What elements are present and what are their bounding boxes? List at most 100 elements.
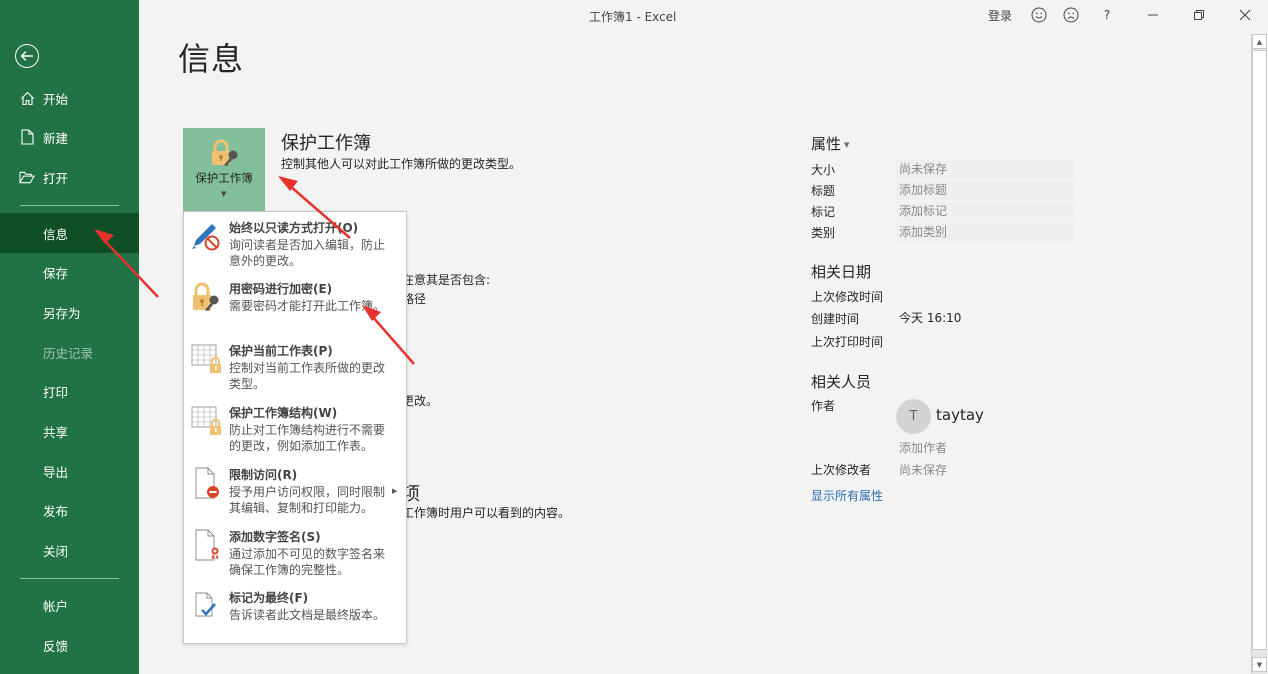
scroll-up-button[interactable]: ▲ xyxy=(1252,34,1267,49)
menu-item-restrict-access[interactable]: 限制访问(R) 授予用户访问权限，同时限制其编辑、复制和打印能力。 xyxy=(184,461,406,521)
chevron-down-icon: ▼ xyxy=(844,140,850,149)
sidebar-item-share[interactable]: 共享 xyxy=(0,411,139,451)
sidebar-item-label: 新建 xyxy=(43,130,69,146)
property-input-tags[interactable]: 添加标记 xyxy=(896,202,1074,221)
property-value-size: 尚未保存 xyxy=(896,160,1074,179)
sidebar-item-label: 关闭 xyxy=(43,543,69,559)
help-icon[interactable]: ? xyxy=(1099,5,1115,25)
workbook-lock-icon xyxy=(191,406,221,435)
sidebar-item-label: 信息 xyxy=(43,226,69,242)
menu-item-title: 标记为最终(F) xyxy=(229,591,309,605)
sidebar-item-new[interactable]: 新建 xyxy=(0,117,139,157)
sidebar-divider xyxy=(20,578,119,579)
versions-description-fragment: 更改。 xyxy=(402,394,439,408)
sidebar-item-save-as[interactable]: 另存为 xyxy=(0,292,139,332)
properties-heading: 属性 xyxy=(811,135,842,153)
sidebar-item-label: 另存为 xyxy=(43,305,81,321)
menu-item-protect-current-sheet[interactable]: 保护当前工作表(P) 控制对当前工作表所做的更改类型。 xyxy=(184,337,406,397)
sidebar-item-label: 保存 xyxy=(43,265,69,281)
signin-link[interactable]: 登录 xyxy=(988,5,1012,25)
sidebar-item-label: 反馈 xyxy=(43,638,69,654)
show-all-properties-link[interactable]: 显示所有属性 xyxy=(811,487,883,504)
browser-options-description-fragment: 工作簿时用户可以看到的内容。 xyxy=(402,506,571,520)
sidebar-item-label: 帐户 xyxy=(43,598,69,614)
sidebar-divider xyxy=(20,205,119,206)
related-dates-heading: 相关日期 xyxy=(811,263,872,281)
menu-item-description: 询问读者是否加入编辑，防止意外的更改。 xyxy=(229,238,386,268)
sidebar-item-print[interactable]: 打印 xyxy=(0,371,139,411)
sidebar-item-save[interactable]: 保存 xyxy=(0,252,139,292)
related-people-heading: 相关人员 xyxy=(811,373,872,391)
menu-item-protect-workbook-structure[interactable]: 保护工作簿结构(W) 防止对工作簿结构进行不需要的更改，例如添加工作表。 xyxy=(184,399,406,459)
lock-key-icon xyxy=(193,282,219,311)
menu-item-title: 用密码进行加密(E) xyxy=(229,282,333,296)
sidebar-item-label: 历史记录 xyxy=(43,345,94,361)
property-input-category[interactable]: 添加类别 xyxy=(896,223,1074,242)
menu-item-add-digital-signature[interactable]: 添加数字签名(S) 通过添加不可见的数字签名来确保工作簿的完整性。 xyxy=(184,523,406,583)
vertical-scrollbar[interactable]: ▲ ▼ xyxy=(1251,34,1267,674)
property-label-size: 大小 xyxy=(811,163,836,177)
protect-workbook-button[interactable]: 保护工作簿 ▼ xyxy=(183,128,265,212)
folder-open-icon xyxy=(19,169,35,185)
menu-item-description: 通过添加不可见的数字签名来确保工作簿的完整性。 xyxy=(229,547,386,577)
chevron-down-icon: ▼ xyxy=(221,190,227,198)
sidebar-item-label: 导出 xyxy=(43,464,69,480)
menu-item-encrypt-with-password[interactable]: 用密码进行加密(E) 需要密码才能打开此工作簿。 xyxy=(184,275,406,335)
chevron-right-icon: ▶ xyxy=(392,487,398,495)
sidebar-item-export[interactable]: 导出 xyxy=(0,451,139,491)
menu-item-description: 告诉读者此文档是最终版本。 xyxy=(229,608,386,622)
sheet-lock-icon xyxy=(191,344,221,373)
date-value-created: 今天 16:10 xyxy=(899,311,962,325)
property-label-tags: 标记 xyxy=(811,205,836,219)
date-label-last-printed: 上次打印时间 xyxy=(811,335,884,349)
sidebar-item-history[interactable]: 历史记录 xyxy=(0,332,139,372)
lock-key-icon xyxy=(212,139,238,166)
close-icon[interactable] xyxy=(1235,5,1255,25)
new-document-icon xyxy=(19,129,35,145)
menu-item-title: 限制访问(R) xyxy=(229,468,298,482)
frown-icon[interactable] xyxy=(1061,5,1081,25)
sidebar-item-publish[interactable]: 发布 xyxy=(0,490,139,530)
sidebar-item-info[interactable]: 信息 xyxy=(0,213,139,253)
minimize-icon[interactable] xyxy=(1143,5,1163,25)
sidebar-item-home[interactable]: 开始 xyxy=(0,78,139,118)
menu-item-always-open-read-only[interactable]: 始终以只读方式打开(O) 询问读者是否加入编辑，防止意外的更改。 xyxy=(184,214,406,274)
menu-item-title: 保护当前工作表(P) xyxy=(229,344,333,358)
properties-dropdown[interactable]: 属性 ▼ xyxy=(811,133,849,154)
document-ribbon-icon xyxy=(195,529,219,561)
sidebar-item-close[interactable]: 关闭 xyxy=(0,530,139,570)
add-author-input[interactable]: 添加作者 xyxy=(896,439,1016,458)
menu-item-description: 需要密码才能打开此工作簿。 xyxy=(229,299,386,313)
document-restricted-icon xyxy=(195,467,219,499)
author-name[interactable]: taytay xyxy=(936,406,984,424)
last-modified-by-value: 尚未保存 xyxy=(899,463,948,477)
restore-icon[interactable] xyxy=(1189,5,1209,25)
back-button[interactable] xyxy=(15,44,39,68)
window-title: 工作簿1 - Excel xyxy=(589,10,677,24)
property-label-category: 类别 xyxy=(811,226,836,240)
menu-item-title: 保护工作簿结构(W) xyxy=(229,406,338,420)
pencil-prohibited-icon xyxy=(192,224,220,251)
page-title: 信息 xyxy=(178,40,245,78)
sidebar-item-label: 打印 xyxy=(43,384,69,400)
inspect-description-fragment: 在意其是否包含: xyxy=(402,273,491,287)
sidebar-item-open[interactable]: 打开 xyxy=(0,157,139,197)
sidebar-item-label: 打开 xyxy=(43,170,69,186)
menu-item-title: 始终以只读方式打开(O) xyxy=(229,221,359,235)
scrollbar-thumb[interactable] xyxy=(1252,50,1267,650)
arrow-left-circle-icon xyxy=(20,51,33,61)
home-icon xyxy=(19,90,35,106)
sidebar-item-feedback[interactable]: 反馈 xyxy=(0,625,139,665)
sidebar-item-label: 发布 xyxy=(43,503,69,519)
avatar[interactable]: T xyxy=(896,399,931,434)
protect-workbook-menu: 始终以只读方式打开(O) 询问读者是否加入编辑，防止意外的更改。 用密码进行加密… xyxy=(183,211,407,644)
scroll-down-button[interactable]: ▼ xyxy=(1252,657,1267,672)
document-check-icon xyxy=(195,592,216,617)
property-input-title[interactable]: 添加标题 xyxy=(896,181,1074,200)
smile-icon[interactable] xyxy=(1029,5,1049,25)
menu-item-description: 授予用户访问权限，同时限制其编辑、复制和打印能力。 xyxy=(229,485,386,515)
menu-item-mark-as-final[interactable]: 标记为最终(F) 告诉读者此文档是最终版本。 xyxy=(184,584,406,640)
sidebar-item-account[interactable]: 帐户 xyxy=(0,585,139,625)
protect-section-description: 控制其他人可以对此工作簿所做的更改类型。 xyxy=(281,157,522,171)
title-bar: 工作簿1 - Excel 登录 ? xyxy=(139,0,1268,30)
